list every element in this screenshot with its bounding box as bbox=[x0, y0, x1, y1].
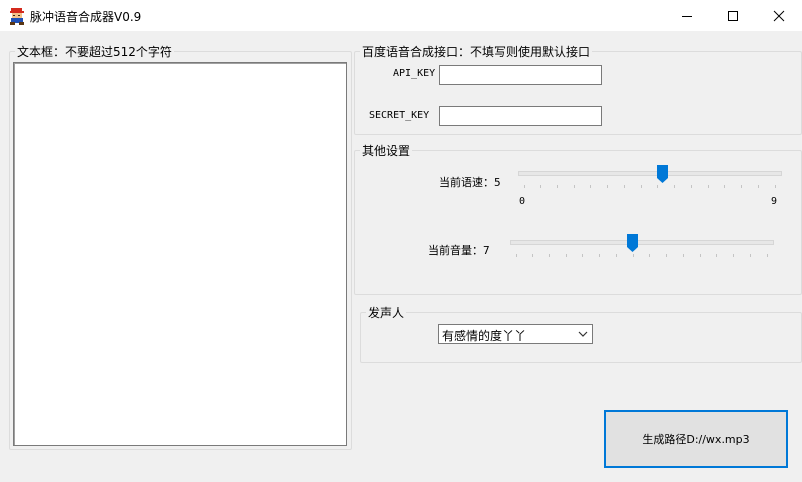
slider-tick bbox=[741, 185, 743, 188]
textbox-legend: 文本框：不要超过512个字符 bbox=[15, 43, 174, 60]
slider-tick bbox=[540, 185, 542, 188]
generate-button-label: 生成路径D://wx.mp3 bbox=[642, 433, 750, 446]
close-icon bbox=[773, 10, 785, 21]
slider-tick bbox=[582, 254, 584, 257]
speaker-legend: 发声人 bbox=[366, 304, 407, 321]
slider-tick bbox=[556, 185, 558, 188]
slider-tick bbox=[674, 185, 676, 188]
maximize-button[interactable] bbox=[710, 0, 756, 31]
slider-tick bbox=[607, 185, 609, 188]
slider-tick bbox=[599, 254, 601, 257]
minimize-icon bbox=[682, 15, 692, 17]
speed-slider[interactable] bbox=[518, 165, 782, 190]
slider-tick bbox=[682, 254, 684, 257]
speaker-selected-value: 有感情的度丫丫 bbox=[442, 329, 527, 343]
slider-tick bbox=[716, 254, 718, 257]
slider-tick bbox=[632, 254, 634, 257]
slider-tick bbox=[573, 185, 575, 188]
speed-slider-thumb[interactable] bbox=[657, 165, 669, 183]
slider-tick bbox=[649, 254, 651, 257]
api-legend: 百度语音合成接口：不填写则使用默认接口 bbox=[360, 43, 593, 60]
slider-tick bbox=[707, 185, 709, 188]
volume-label: 当前音量：7 bbox=[428, 244, 490, 257]
maximize-icon bbox=[728, 10, 738, 21]
slider-tick bbox=[690, 185, 692, 188]
window-title: 脉冲语音合成器V0.9 bbox=[30, 10, 142, 24]
secret-key-label: SECRET_KEY bbox=[369, 110, 430, 121]
volume-slider-track bbox=[510, 240, 774, 245]
speed-label: 当前语速：5 bbox=[439, 176, 501, 189]
volume-slider-thumb[interactable] bbox=[627, 234, 639, 252]
slider-tick bbox=[532, 254, 534, 257]
slider-tick bbox=[548, 254, 550, 257]
slider-tick bbox=[699, 254, 701, 257]
slider-tick bbox=[757, 185, 759, 188]
api-key-label: API_KEY bbox=[393, 68, 436, 79]
speaker-select[interactable]: 有感情的度丫丫 bbox=[438, 324, 593, 344]
minimize-button[interactable] bbox=[664, 0, 710, 31]
volume-slider[interactable] bbox=[510, 234, 774, 259]
generate-button[interactable]: 生成路径D://wx.mp3 bbox=[604, 410, 788, 468]
slider-tick bbox=[766, 254, 768, 257]
slider-tick bbox=[724, 185, 726, 188]
slider-tick bbox=[774, 185, 776, 188]
mario-icon bbox=[8, 7, 26, 25]
speed-slider-track bbox=[518, 171, 782, 176]
chevron-down-icon bbox=[578, 331, 588, 337]
text-input-area[interactable] bbox=[13, 62, 347, 446]
slider-tick bbox=[623, 185, 625, 188]
speed-min-label: 0 bbox=[519, 196, 526, 207]
slider-tick bbox=[666, 254, 668, 257]
settings-legend: 其他设置 bbox=[360, 142, 413, 159]
slider-tick bbox=[733, 254, 735, 257]
slider-tick bbox=[749, 254, 751, 257]
close-button[interactable] bbox=[756, 0, 802, 31]
api-key-input[interactable] bbox=[439, 65, 602, 85]
secret-key-input[interactable] bbox=[439, 106, 602, 126]
slider-tick bbox=[590, 185, 592, 188]
slider-tick bbox=[565, 254, 567, 257]
slider-tick bbox=[523, 185, 525, 188]
slider-tick bbox=[515, 254, 517, 257]
slider-tick bbox=[615, 254, 617, 257]
speed-max-label: 9 bbox=[771, 196, 778, 207]
slider-tick bbox=[657, 185, 659, 188]
slider-tick bbox=[640, 185, 642, 188]
